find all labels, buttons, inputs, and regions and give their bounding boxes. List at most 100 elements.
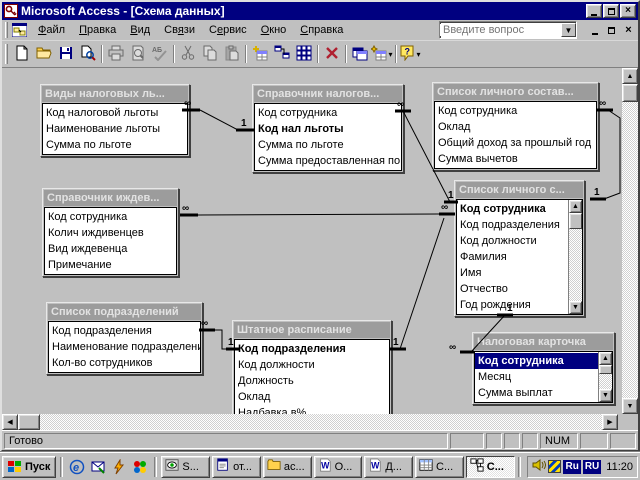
taskbar-task-button[interactable]: C... (415, 456, 464, 478)
table-field-row[interactable]: Вид иждевенца (45, 241, 176, 257)
scroll-down-icon[interactable]: ▼ (599, 389, 612, 402)
menu-item-service[interactable]: Сервис (202, 22, 254, 38)
taskbar-task-button[interactable]: WO... (314, 456, 363, 478)
menu-item-window[interactable]: Окно (254, 22, 294, 38)
table-field-row[interactable]: Год рождения (457, 297, 568, 313)
question-input[interactable] (440, 24, 561, 36)
table-field-row[interactable]: Надбавка в% (235, 405, 389, 414)
table-scroll-thumb[interactable] (599, 365, 612, 374)
taskbar-task-button[interactable]: S... (161, 456, 210, 478)
table-title[interactable]: Список личного с... (456, 182, 583, 198)
language-stripe-icon[interactable] (548, 460, 561, 473)
dropdown-arrow-icon[interactable]: ▾ (388, 50, 392, 59)
taskbar-task-button[interactable]: WД... (364, 456, 413, 478)
table-box[interactable]: Налоговая карточка Код сотрудникаМесяцСум… (472, 332, 615, 405)
table-field-row[interactable]: Код сотрудника (457, 201, 568, 217)
table-scroll-track[interactable] (569, 229, 582, 301)
table-title[interactable]: Справочник налогов... (254, 86, 402, 102)
database-window-button[interactable] (349, 43, 371, 65)
table-title[interactable]: Список личного состав... (434, 84, 597, 100)
scroll-down-icon[interactable]: ▼ (569, 301, 582, 314)
vertical-scroll-thumb[interactable] (622, 84, 638, 102)
dropdown-arrow-icon[interactable]: ▾ (416, 50, 420, 59)
vertical-scroll-track[interactable] (622, 84, 638, 398)
table-field-row[interactable]: Общий доход за прошлый год (435, 135, 596, 151)
table-field-row[interactable]: Колич иждивенцев (45, 225, 176, 241)
taskbar-task-button[interactable]: С... (466, 456, 515, 478)
table-box[interactable]: Список личного состав... Код сотрудникаОк… (432, 82, 599, 171)
taskbar-task-button[interactable]: от... (212, 456, 261, 478)
minimize-button[interactable] (586, 4, 602, 18)
table-scrollbar[interactable]: ▲▼ (568, 200, 582, 314)
table-field-row[interactable]: Код сотрудника (255, 105, 401, 121)
table-title[interactable]: Налоговая карточка (474, 334, 613, 350)
scroll-right-icon[interactable]: ▶ (602, 414, 618, 430)
scroll-up-icon[interactable]: ▲ (622, 68, 638, 84)
scroll-left-icon[interactable]: ◀ (2, 414, 18, 430)
table-field-row[interactable]: Наименование подразделения (49, 339, 200, 355)
horizontal-scrollbar[interactable]: ◀ ▶ (2, 414, 618, 430)
table-title[interactable]: Список подразделений (48, 304, 201, 320)
table-field-row[interactable]: Месяц (475, 369, 598, 385)
table-scroll-thumb[interactable] (569, 213, 582, 229)
table-box[interactable]: Виды налоговых ль... Код налоговой льготы… (40, 84, 190, 157)
table-field-row[interactable]: Должность (235, 373, 389, 389)
table-field-row[interactable]: Имя (457, 265, 568, 281)
table-field-row-selected[interactable]: Код сотрудника (475, 353, 598, 369)
table-scrollbar[interactable]: ▲▼ (598, 352, 612, 402)
table-field-row[interactable]: Оклад (235, 389, 389, 405)
menu-item-view[interactable]: Вид (123, 22, 157, 38)
quick-launch-winamp-icon[interactable] (109, 457, 129, 477)
menu-item-edit[interactable]: Правка (72, 22, 123, 38)
scroll-down-icon[interactable]: ▼ (622, 398, 638, 414)
table-field-row[interactable]: Код сотрудника (435, 103, 596, 119)
delete-button[interactable] (321, 43, 343, 65)
table-field-row[interactable]: Фамилия (457, 249, 568, 265)
open-folder-button[interactable] (33, 43, 55, 65)
direct-relationships-button[interactable] (271, 43, 293, 65)
language-indicator-badge[interactable]: RU (583, 460, 601, 474)
table-title[interactable]: Штатное расписание (234, 322, 390, 338)
table-field-row[interactable]: Примечание (45, 257, 176, 273)
table-field-row[interactable]: Код сотрудника (45, 209, 176, 225)
table-field-row[interactable]: Оклад (435, 119, 596, 135)
table-field-row[interactable]: Сумма выплат (475, 385, 598, 401)
quick-launch-outlook-express-icon[interactable] (88, 457, 108, 477)
table-box[interactable]: Справочник налогов... Код сотрудникаКод н… (252, 84, 404, 173)
table-box[interactable]: Список подразделений Код подразделенияНаи… (46, 302, 203, 375)
table-field-row[interactable]: Сумма по льготе (255, 137, 401, 153)
table-title[interactable]: Виды налоговых ль... (42, 86, 188, 102)
table-field-row[interactable]: Код подразделения (49, 323, 200, 339)
close-button[interactable]: × (620, 4, 636, 18)
file-search-button[interactable] (77, 43, 99, 65)
relationships-document-icon[interactable] (12, 23, 27, 37)
toolbar-grip-handle[interactable] (5, 44, 8, 65)
new-object-button[interactable]: ▾ (371, 43, 393, 65)
table-box[interactable]: Список личного с...Код сотрудникаКод под… (454, 180, 585, 317)
table-field-row[interactable]: Отчество (457, 281, 568, 297)
quick-launch-colors-icon[interactable] (130, 457, 150, 477)
menu-item-help[interactable]: Справка (293, 22, 350, 38)
keyboard-layout-badge[interactable]: Ru (563, 460, 580, 474)
table-field-row[interactable]: Наименование льготы (43, 121, 187, 137)
quick-launch-ie-icon[interactable]: e (67, 457, 87, 477)
show-table-button[interactable] (249, 43, 271, 65)
restore-button[interactable] (603, 4, 619, 18)
child-restore-button[interactable] (604, 24, 619, 37)
save-button[interactable] (55, 43, 77, 65)
volume-icon[interactable] (532, 458, 546, 475)
help-button[interactable]: ?▾ (399, 43, 421, 65)
all-relationships-button[interactable] (293, 43, 315, 65)
table-field-row[interactable]: Код должности (235, 357, 389, 373)
table-field-row[interactable]: Код налоговой льготы (43, 105, 187, 121)
menu-item-links[interactable]: Связи (157, 22, 202, 38)
taskbar-task-button[interactable]: ac... (263, 456, 312, 478)
table-field-row[interactable]: Код должности (457, 233, 568, 249)
table-box[interactable]: Штатное расписаниеКод подразделенияКод д… (232, 320, 392, 414)
table-field-row[interactable]: Сумма предоставленная по (255, 153, 401, 169)
horizontal-scroll-track[interactable] (18, 414, 602, 430)
table-field-row[interactable]: Код нал льготы (255, 121, 401, 137)
relationships-canvas[interactable]: Виды налоговых ль... Код налоговой льготы… (2, 68, 624, 414)
vertical-scrollbar[interactable]: ▲ ▼ (622, 68, 638, 414)
scroll-up-icon[interactable]: ▲ (599, 352, 612, 365)
